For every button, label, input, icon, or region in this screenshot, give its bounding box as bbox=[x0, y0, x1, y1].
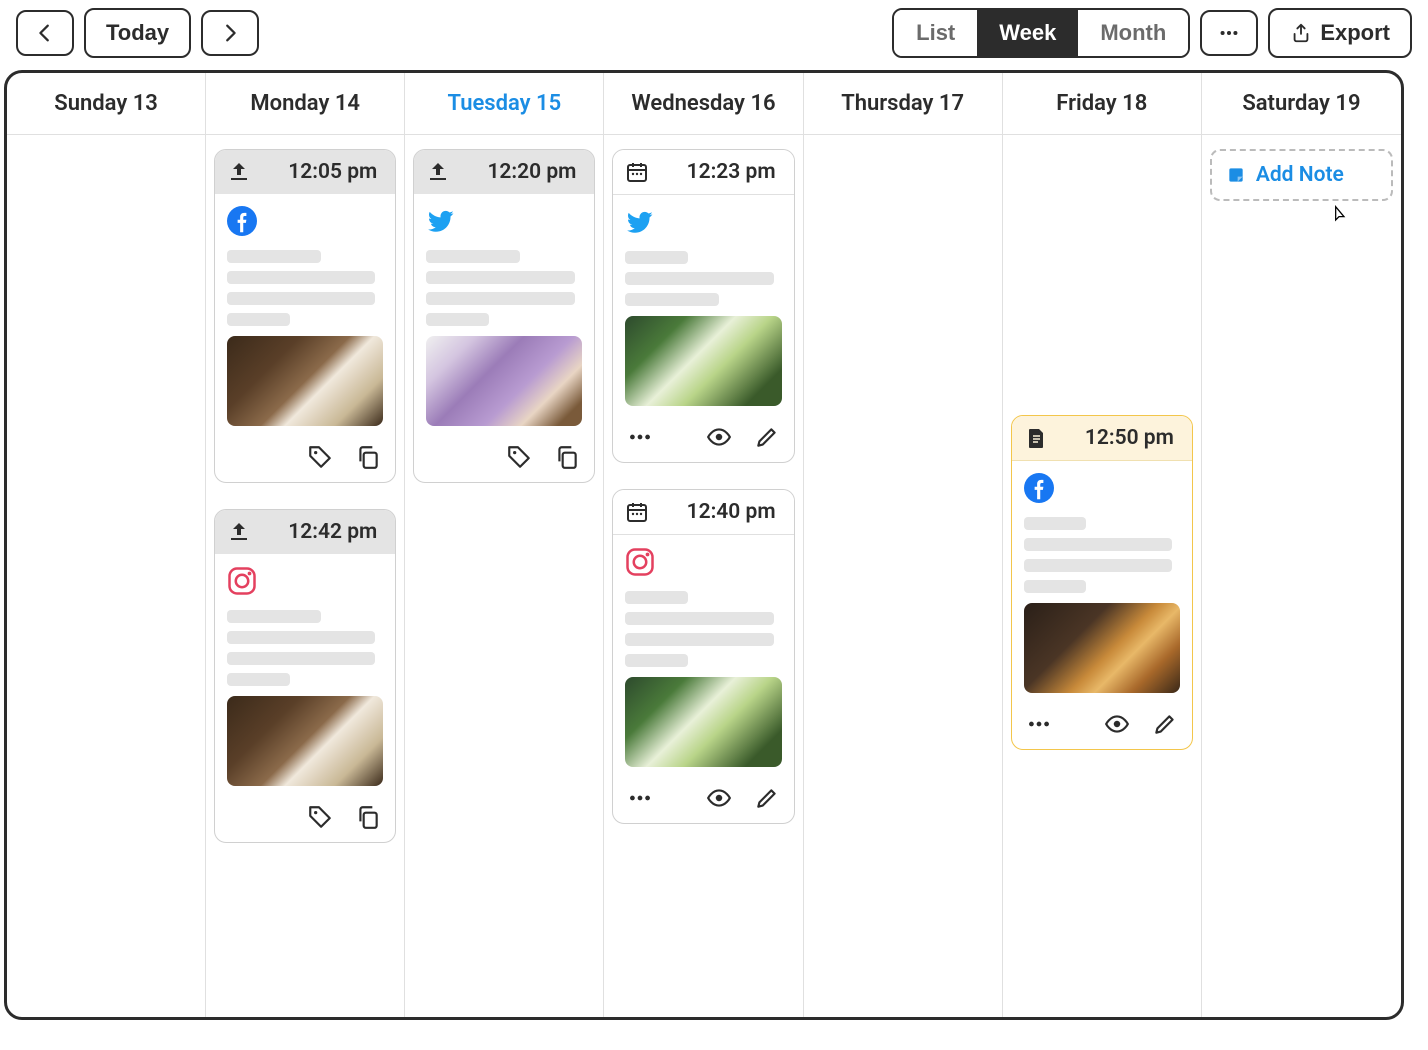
post-card[interactable]: 12:42 pm bbox=[214, 509, 396, 843]
instagram-icon bbox=[625, 547, 655, 577]
day-header: Monday 14 bbox=[206, 73, 404, 135]
post-time: 12:20 pm bbox=[462, 160, 582, 184]
export-icon bbox=[1290, 22, 1312, 44]
day-header: Saturday 19 bbox=[1202, 73, 1401, 135]
card-header: 12:05 pm bbox=[215, 150, 395, 194]
day-header: Sunday 13 bbox=[7, 73, 205, 135]
eye-icon[interactable] bbox=[1104, 711, 1130, 737]
post-text-placeholder bbox=[1024, 517, 1180, 593]
post-time: 12:05 pm bbox=[263, 160, 383, 184]
more-options-button[interactable] bbox=[1200, 10, 1258, 56]
post-thumbnail bbox=[625, 316, 781, 406]
day-column-saturday: Saturday 19 Add Note bbox=[1202, 73, 1401, 1017]
edit-icon[interactable] bbox=[754, 424, 780, 450]
post-thumbnail bbox=[426, 336, 582, 426]
view-week-tab[interactable]: Week bbox=[977, 10, 1078, 56]
copy-icon[interactable] bbox=[554, 444, 580, 470]
post-time: 12:42 pm bbox=[263, 520, 383, 544]
prev-week-button[interactable] bbox=[16, 10, 74, 56]
post-text-placeholder bbox=[227, 250, 383, 326]
view-month-tab[interactable]: Month bbox=[1078, 10, 1188, 56]
eye-icon[interactable] bbox=[706, 424, 732, 450]
twitter-icon bbox=[426, 206, 456, 236]
more-icon bbox=[1218, 22, 1240, 44]
day-column-wednesday: Wednesday 16 12:23 pm bbox=[604, 73, 803, 1017]
next-week-button[interactable] bbox=[201, 10, 259, 56]
calendar-icon bbox=[625, 500, 649, 524]
card-header: 12:42 pm bbox=[215, 510, 395, 554]
add-note-label: Add Note bbox=[1256, 163, 1344, 187]
edit-icon[interactable] bbox=[754, 785, 780, 811]
post-card[interactable]: 12:40 pm bbox=[612, 489, 794, 824]
cursor-pointer-icon bbox=[1329, 205, 1349, 225]
tag-icon[interactable] bbox=[307, 444, 333, 470]
day-column-sunday: Sunday 13 bbox=[7, 73, 206, 1017]
day-header: Tuesday 15 bbox=[405, 73, 603, 135]
facebook-icon bbox=[1024, 473, 1054, 503]
card-header: 12:23 pm bbox=[613, 150, 793, 195]
post-thumbnail bbox=[227, 696, 383, 786]
day-header: Friday 18 bbox=[1003, 73, 1201, 135]
post-time: 12:50 pm bbox=[1060, 426, 1180, 450]
edit-icon[interactable] bbox=[1152, 711, 1178, 737]
card-header: 12:40 pm bbox=[613, 490, 793, 535]
copy-icon[interactable] bbox=[355, 444, 381, 470]
upload-icon bbox=[426, 160, 450, 184]
post-thumbnail bbox=[227, 336, 383, 426]
view-toggle: List Week Month bbox=[892, 8, 1190, 58]
day-column-friday: Friday 18 12:50 pm bbox=[1003, 73, 1202, 1017]
post-text-placeholder bbox=[426, 250, 582, 326]
export-label: Export bbox=[1320, 20, 1390, 46]
post-text-placeholder bbox=[227, 610, 383, 686]
twitter-icon bbox=[625, 207, 655, 237]
week-calendar: Sunday 13 Monday 14 12:05 pm bbox=[4, 70, 1404, 1020]
document-icon bbox=[1024, 426, 1048, 450]
more-icon[interactable] bbox=[627, 424, 653, 450]
tag-icon[interactable] bbox=[506, 444, 532, 470]
more-icon[interactable] bbox=[627, 785, 653, 811]
post-text-placeholder bbox=[625, 591, 781, 667]
today-button[interactable]: Today bbox=[84, 8, 191, 58]
copy-icon[interactable] bbox=[355, 804, 381, 830]
post-thumbnail bbox=[625, 677, 781, 767]
card-header: 12:20 pm bbox=[414, 150, 594, 194]
toolbar: Today List Week Month Export bbox=[4, 4, 1424, 70]
post-card[interactable]: 12:50 pm bbox=[1011, 415, 1193, 750]
tag-icon[interactable] bbox=[307, 804, 333, 830]
instagram-icon bbox=[227, 566, 257, 596]
post-card[interactable]: 12:23 pm bbox=[612, 149, 794, 463]
post-thumbnail bbox=[1024, 603, 1180, 693]
post-time: 12:23 pm bbox=[661, 160, 781, 184]
calendar-icon bbox=[625, 160, 649, 184]
view-list-tab[interactable]: List bbox=[894, 10, 977, 56]
day-column-thursday: Thursday 17 bbox=[804, 73, 1003, 1017]
post-time: 12:40 pm bbox=[661, 500, 781, 524]
eye-icon[interactable] bbox=[706, 785, 732, 811]
day-column-tuesday: Tuesday 15 12:20 pm bbox=[405, 73, 604, 1017]
upload-icon bbox=[227, 520, 251, 544]
post-card[interactable]: 12:05 pm bbox=[214, 149, 396, 483]
card-header: 12:50 pm bbox=[1012, 416, 1192, 461]
day-header: Thursday 17 bbox=[804, 73, 1002, 135]
upload-icon bbox=[227, 160, 251, 184]
note-icon bbox=[1226, 165, 1246, 185]
add-note-button[interactable]: Add Note bbox=[1210, 149, 1393, 201]
export-button[interactable]: Export bbox=[1268, 8, 1412, 58]
day-column-monday: Monday 14 12:05 pm bbox=[206, 73, 405, 1017]
post-card[interactable]: 12:20 pm bbox=[413, 149, 595, 483]
facebook-icon bbox=[227, 206, 257, 236]
post-text-placeholder bbox=[625, 251, 781, 306]
day-header: Wednesday 16 bbox=[604, 73, 802, 135]
more-icon[interactable] bbox=[1026, 711, 1052, 737]
